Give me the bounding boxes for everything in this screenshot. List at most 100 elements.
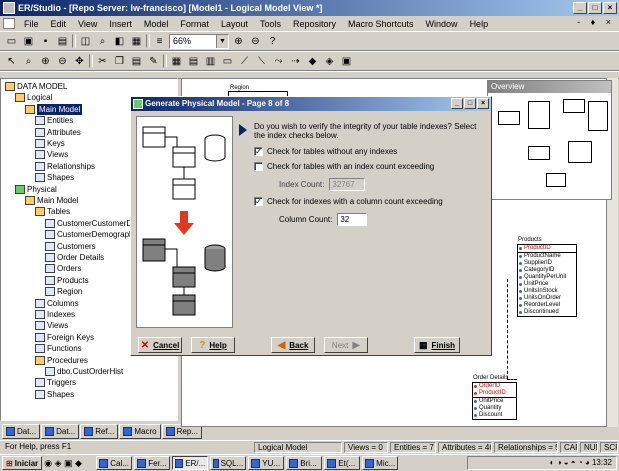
overview-panel[interactable]: Overview (487, 80, 612, 200)
select-icon[interactable]: ↖ (4, 54, 19, 69)
report-icon[interactable]: ▦ (129, 34, 144, 49)
grid-icon[interactable]: ▦ (169, 54, 184, 69)
task-button[interactable]: YU... (248, 456, 285, 470)
tree-item[interactable]: dbo.CustOrderHist (45, 366, 123, 377)
task-button[interactable]: Bri... (286, 456, 323, 470)
tab-reference[interactable]: Ref... (80, 424, 119, 439)
tree-item[interactable]: Attributes (35, 127, 81, 138)
view-icon[interactable]: ◈ (322, 54, 337, 69)
tree-item[interactable]: Entities (35, 115, 73, 126)
tree-item[interactable]: Main Model (25, 195, 78, 206)
tree-item[interactable]: Functions (35, 343, 82, 354)
new-icon[interactable]: ▭ (4, 34, 19, 49)
tree-item[interactable]: Procedures (35, 355, 88, 366)
preview-icon[interactable]: ◫ (78, 34, 93, 49)
minimize-button[interactable]: _ (573, 2, 587, 14)
menu-model[interactable]: Model (138, 19, 175, 29)
task-button[interactable]: Fer... (134, 456, 171, 470)
menu-format[interactable]: Format (174, 19, 215, 29)
check-tables-without-indexes[interactable]: ✓ Check for tables without any indexes (254, 147, 397, 156)
tree-item[interactable]: Shapes (35, 389, 74, 400)
back-button[interactable]: ◀ Back (271, 337, 315, 353)
help-icon[interactable]: ? (265, 34, 280, 49)
copy-icon[interactable]: ❐ (112, 54, 127, 69)
tree-item[interactable]: Orders (45, 263, 81, 274)
tree-item[interactable]: Foreign Keys (35, 332, 94, 343)
table-icon[interactable]: ▣ (339, 54, 354, 69)
format-icon[interactable]: ✎ (146, 54, 161, 69)
connector-icon[interactable]: ⇢ (288, 54, 303, 69)
index-count-input[interactable]: 32767 (329, 178, 366, 191)
menu-view[interactable]: View (72, 19, 103, 29)
menu-window[interactable]: Window (420, 19, 464, 29)
menu-layout[interactable]: Layout (215, 19, 254, 29)
shape-icon[interactable]: ◆ (305, 54, 320, 69)
open-icon[interactable]: ▣ (21, 34, 36, 49)
align-left-icon[interactable]: ▤ (186, 54, 201, 69)
dialog-close-button[interactable]: × (477, 98, 489, 109)
tree-item[interactable]: DATA MODEL (5, 81, 67, 92)
check-tables-index-count[interactable]: Check for tables with an index count exc… (254, 162, 434, 171)
maximize-button[interactable]: □ (588, 2, 602, 14)
pan-icon[interactable]: ✥ (72, 54, 87, 69)
checkbox-checked[interactable]: ✓ (254, 147, 263, 156)
find-icon[interactable]: ⌕ (95, 34, 110, 49)
tree-item[interactable]: Indexes (35, 309, 75, 320)
zoom-in-icon[interactable]: ⊕ (231, 34, 246, 49)
menu-repository[interactable]: Repository (287, 19, 342, 29)
products-entity[interactable]: Products ProductID ProductName SupplierI… (517, 237, 577, 317)
tree-item[interactable]: Views (35, 320, 68, 331)
task-button[interactable]: SQL... (210, 456, 247, 470)
check-indexes-column-count[interactable]: ✓ Check for indexes with a column count … (254, 197, 443, 206)
menu-insert[interactable]: Insert (103, 19, 138, 29)
print-icon[interactable]: ▤ (55, 34, 70, 49)
tree-item[interactable]: Columns (35, 298, 79, 309)
task-button[interactable]: Et(... (324, 456, 361, 470)
menu-tools[interactable]: Tools (254, 19, 287, 29)
start-button[interactable]: ⊞ Iniciar (2, 456, 43, 470)
column-count-input[interactable]: 32 (337, 213, 368, 226)
menu-file[interactable]: File (18, 19, 45, 29)
quick-launch[interactable]: ◉ ◈ ▣ ◆ (44, 458, 94, 469)
save-icon[interactable]: ▪ (38, 34, 53, 49)
dialog-minimize-button[interactable]: _ (451, 98, 463, 109)
zoom-icon[interactable]: ⊕ (38, 54, 53, 69)
tree-item[interactable]: Main Model (25, 103, 83, 115)
help-button[interactable]: ? Help (191, 337, 235, 353)
tree-item[interactable]: Views (35, 149, 68, 160)
task-button-active[interactable]: ER/... (172, 456, 209, 470)
tree-item[interactable]: Shapes (35, 172, 74, 183)
tab-data-model[interactable]: Dat... (2, 424, 41, 439)
tab-macro[interactable]: Macro (119, 424, 161, 439)
tree-item[interactable]: Customers (45, 241, 96, 252)
entity-icon[interactable]: ▭ (220, 54, 235, 69)
menu-edit[interactable]: Edit (45, 19, 73, 29)
tree-item[interactable]: Region (45, 286, 82, 297)
tray-icons[interactable]: ◐ ◑ ◒ ◓ ◔ ◕ (550, 458, 592, 467)
tree-item[interactable]: Triggers (35, 377, 76, 388)
tree-item[interactable]: Tables (35, 206, 70, 217)
zoom-out-icon[interactable]: ⊖ (248, 34, 263, 49)
close-button[interactable]: × (603, 2, 617, 14)
menu-help[interactable]: Help (464, 19, 495, 29)
dialog-maximize-button[interactable]: □ (464, 98, 476, 109)
tree-item[interactable]: CustomerDemographics (45, 229, 143, 240)
order-details-entity[interactable]: Order Details OrderID ProductID UnitPric… (472, 375, 517, 420)
relationship-2-icon[interactable]: ⟍ (254, 54, 269, 69)
tree-item[interactable]: Relationships (35, 161, 95, 172)
properties-icon[interactable]: ◧ (112, 34, 127, 49)
sort-icon[interactable]: ≡ (152, 34, 167, 49)
menu-macro-shortcuts[interactable]: Macro Shortcuts (342, 19, 420, 29)
paste-icon[interactable]: ▤ (129, 54, 144, 69)
tree-item[interactable]: Logical (15, 92, 52, 103)
align-center-icon[interactable]: ▥ (203, 54, 218, 69)
tree-item[interactable]: Physical (15, 184, 57, 195)
next-button[interactable]: Next ▶ (324, 337, 368, 353)
relationship-3-icon[interactable]: ⤳ (271, 54, 286, 69)
checkbox-checked[interactable]: ✓ (254, 197, 263, 206)
tree-item[interactable]: Products (45, 275, 89, 286)
task-button[interactable]: Mic... (362, 456, 399, 470)
finish-button[interactable]: ▦ Finish (414, 337, 460, 353)
cut-icon[interactable]: ✂ (95, 54, 110, 69)
tree-item[interactable]: Order Details (45, 252, 104, 263)
